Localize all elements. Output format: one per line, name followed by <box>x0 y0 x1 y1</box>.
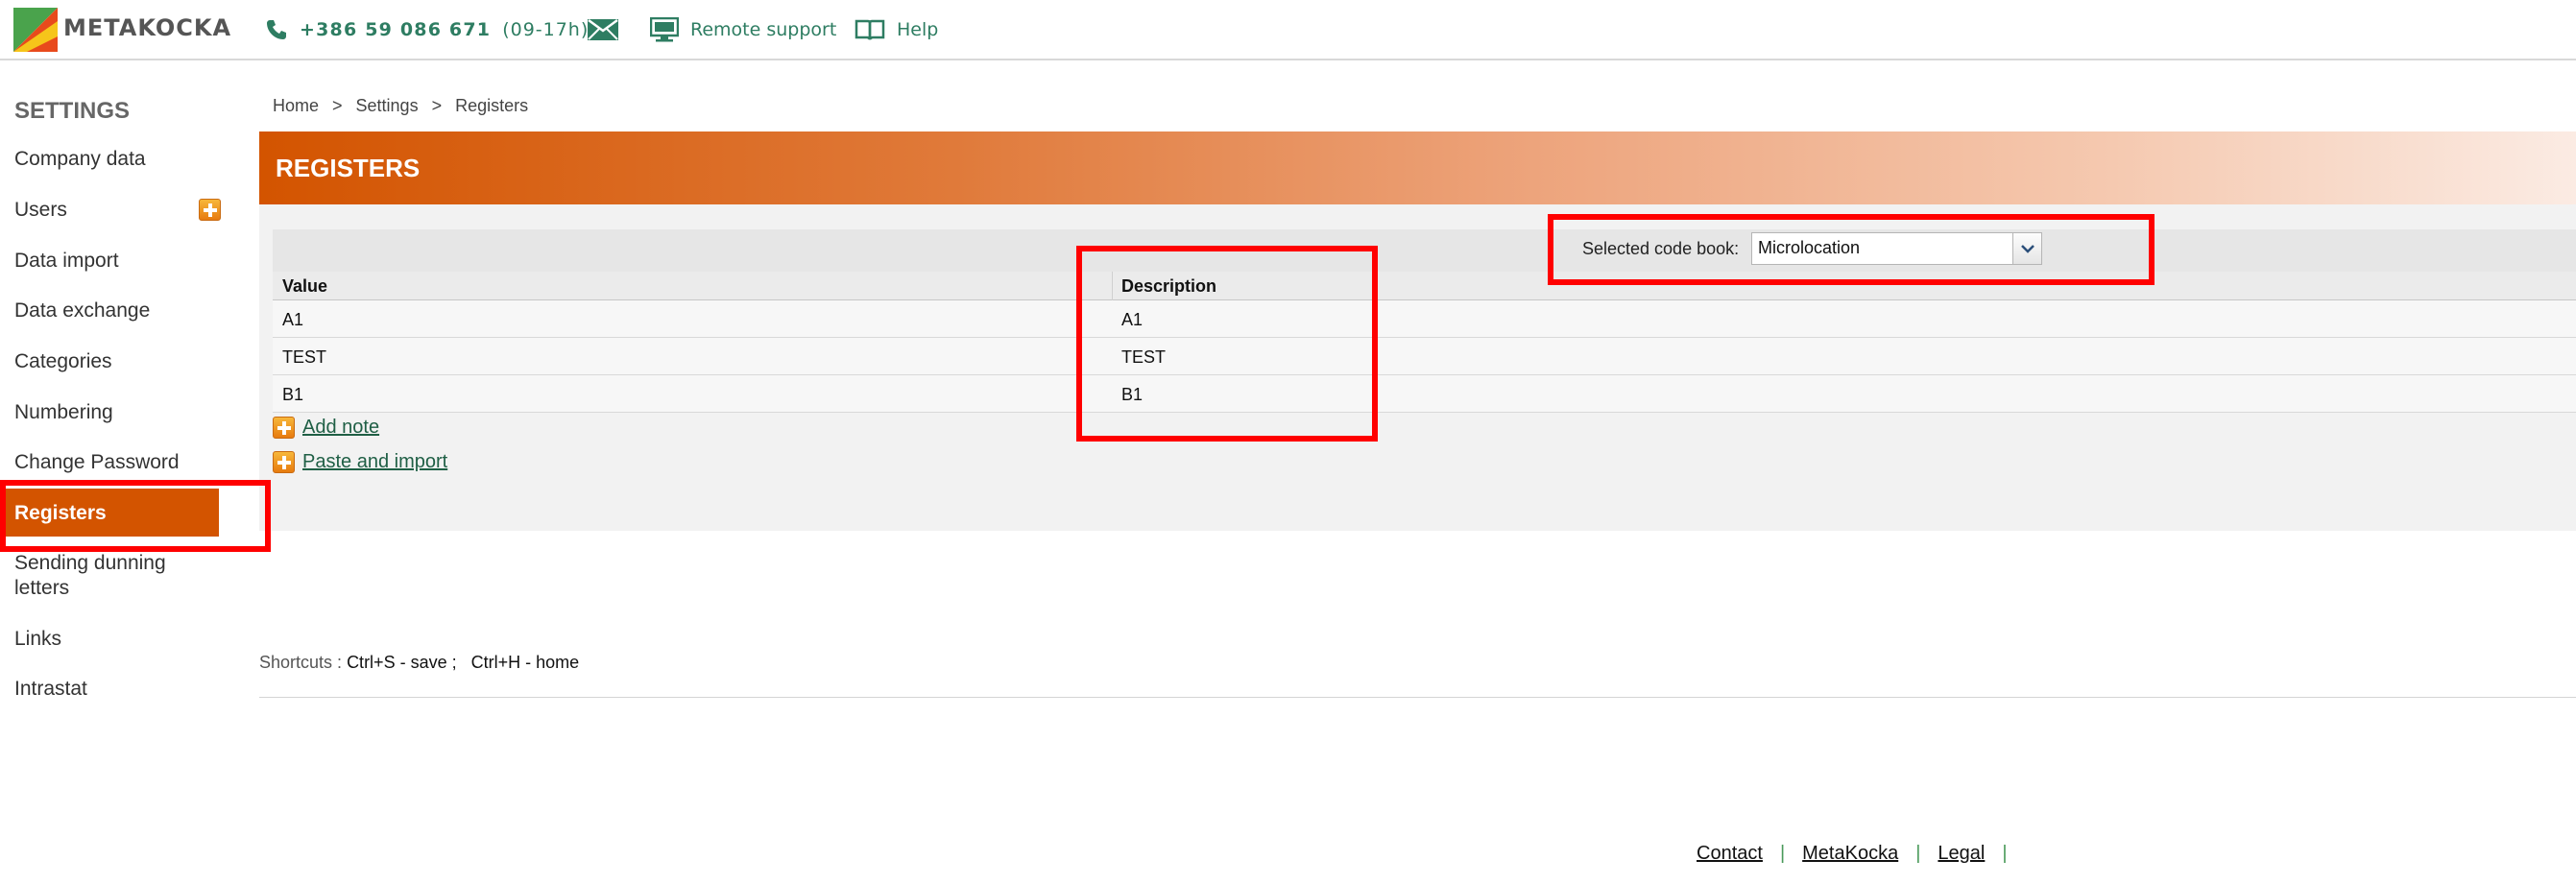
cell-value[interactable]: A1 <box>282 310 303 330</box>
registers-panel: Selected code book: Microlocation Value … <box>259 204 2576 531</box>
sidebar-item-intrastat[interactable]: Intrastat <box>14 677 235 702</box>
highlight-box-description <box>1076 246 1378 442</box>
shortcuts-info: Shortcuts : Ctrl+S - save ; Ctrl+H - hom… <box>259 653 579 673</box>
toolbar-strip <box>273 229 2576 272</box>
paste-import-label[interactable]: Paste and import <box>302 451 447 473</box>
sidebar-item-links[interactable]: Links <box>14 627 235 652</box>
sidebar-item-change-password[interactable]: Change Password <box>14 450 235 475</box>
sidebar-item-company-data[interactable]: Company data <box>14 147 235 172</box>
sidebar-item-sending-dunning-letters[interactable]: Sending dunning letters <box>14 551 187 601</box>
registers-table: Value Description A1 A1 TEST TEST B1 B1 <box>273 272 2576 413</box>
mail-icon <box>588 19 618 40</box>
monitor-icon <box>650 17 679 42</box>
table-header: Value Description <box>273 272 2576 300</box>
breadcrumb-registers: Registers <box>455 96 529 115</box>
highlight-box-registers <box>0 480 271 552</box>
footer-link-contact[interactable]: Contact <box>1697 843 1763 865</box>
highlight-box-codebook <box>1548 214 2155 285</box>
help-link[interactable]: Help <box>855 0 938 60</box>
page-title: REGISTERS <box>276 154 421 182</box>
divider <box>259 697 2576 698</box>
breadcrumb-home[interactable]: Home <box>273 96 319 116</box>
breadcrumb-separator: > <box>431 96 443 115</box>
table-row[interactable]: B1 B1 <box>273 375 2576 413</box>
phone-contact[interactable]: +386 59 086 671 (09-17h) <box>265 0 589 60</box>
footer-link-metakocka[interactable]: MetaKocka <box>1802 843 1898 865</box>
phone-icon <box>267 20 286 39</box>
top-bar: METAKOCKA +386 59 086 671 (09-17h) Remot… <box>0 0 2576 60</box>
sidebar: SETTINGS Company data Users Data import … <box>0 60 250 884</box>
shortcuts-label: Shortcuts : <box>259 653 343 672</box>
sidebar-item-numbering[interactable]: Numbering <box>14 400 235 425</box>
column-header-value[interactable]: Value <box>282 276 327 297</box>
sidebar-item-data-import[interactable]: Data import <box>14 249 235 274</box>
breadcrumb-separator: > <box>332 96 343 115</box>
table-row[interactable]: TEST TEST <box>273 338 2576 375</box>
breadcrumb-settings[interactable]: Settings <box>356 96 419 116</box>
cell-value[interactable]: B1 <box>282 385 303 405</box>
footer-separator: | <box>1779 843 1786 864</box>
phone-number: +386 59 086 671 <box>300 19 492 40</box>
logo-icon[interactable] <box>13 8 58 52</box>
phone-hours: (09-17h) <box>502 19 590 40</box>
sidebar-item-categories[interactable]: Categories <box>14 349 235 374</box>
sidebar-title: SETTINGS <box>14 98 131 124</box>
add-user-icon[interactable] <box>199 199 221 221</box>
footer-separator: | <box>1915 843 1921 864</box>
table-row[interactable]: A1 A1 <box>273 300 2576 338</box>
logo-text[interactable]: METAKOCKA <box>63 14 231 41</box>
plus-icon <box>273 417 295 439</box>
page-banner: REGISTERS <box>259 131 2576 204</box>
footer: Contact | MetaKocka | Legal | <box>1697 843 2008 865</box>
footer-separator: | <box>2002 843 2008 864</box>
shortcuts-keys: Ctrl+S - save ; Ctrl+H - home <box>347 653 580 672</box>
book-icon <box>855 19 885 40</box>
mail-link[interactable] <box>588 0 618 60</box>
remote-support-label: Remote support <box>690 19 837 40</box>
plus-icon <box>273 451 295 473</box>
help-label: Help <box>897 19 939 40</box>
sidebar-item-data-exchange[interactable]: Data exchange <box>14 299 235 323</box>
breadcrumb: Home > Settings > Registers <box>273 96 528 116</box>
paste-import-link[interactable]: Paste and import <box>273 451 447 473</box>
remote-support-link[interactable]: Remote support <box>650 0 836 60</box>
cell-value[interactable]: TEST <box>282 347 326 368</box>
footer-link-legal[interactable]: Legal <box>1938 843 1985 865</box>
add-note-link[interactable]: Add note <box>273 417 379 439</box>
add-note-label[interactable]: Add note <box>302 417 379 439</box>
